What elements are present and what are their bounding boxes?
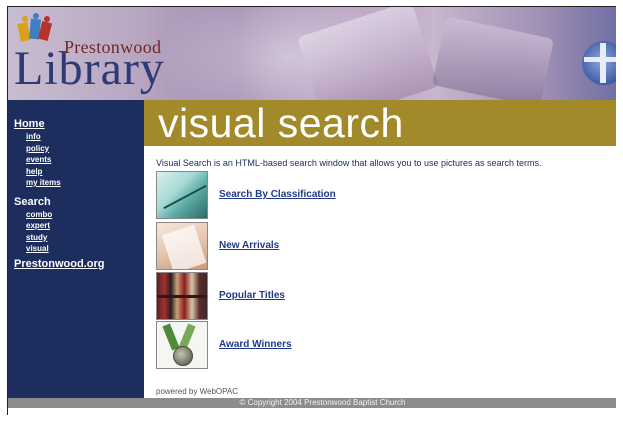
search-option-award-winners: Award Winners [156, 321, 616, 369]
powered-by-text: powered by WebOPAC [156, 387, 238, 396]
nav-study[interactable]: study [8, 232, 144, 244]
nav-prestonwood-org[interactable]: Prestonwood.org [8, 258, 144, 271]
footer-bar: © Copyright 2004 Prestonwood Baptist Chu… [8, 398, 616, 408]
page-frame: Prestonwood Library Home info policy eve… [7, 6, 616, 415]
nav-visual[interactable]: visual [8, 243, 144, 255]
copyright-text: © Copyright 2004 Prestonwood Baptist Chu… [239, 398, 406, 407]
nav-search[interactable]: Search [8, 196, 144, 209]
new-arrivals-thumbnail[interactable] [156, 222, 208, 270]
new-arrivals-link[interactable]: New Arrivals [219, 240, 279, 251]
content-area: Visual Search is an HTML-based search wi… [156, 157, 616, 169]
nav-combo[interactable]: combo [8, 209, 144, 221]
nav-home[interactable]: Home [8, 118, 144, 131]
nav-expert[interactable]: expert [8, 220, 144, 232]
nav-my-items[interactable]: my items [8, 177, 144, 189]
nav-policy[interactable]: policy [8, 143, 144, 155]
church-logo-icon [582, 41, 616, 85]
search-option-classification: Search By Classification [156, 171, 616, 219]
search-by-classification-link[interactable]: Search By Classification [219, 189, 336, 200]
page-title: visual search [158, 100, 404, 146]
popular-titles-link[interactable]: Popular Titles [219, 290, 285, 301]
logo-library-text: Library [14, 42, 165, 95]
header-banner: Prestonwood Library [8, 7, 616, 100]
sidebar-nav: Home info policy events help my items Se… [8, 100, 144, 406]
search-option-new-arrivals: New Arrivals [156, 222, 616, 270]
nav-info[interactable]: info [8, 131, 144, 143]
search-option-popular-titles: Popular Titles [156, 272, 616, 320]
nav-events[interactable]: events [8, 154, 144, 166]
title-bar: visual search [144, 100, 616, 146]
award-winners-link[interactable]: Award Winners [219, 339, 292, 350]
popular-titles-thumbnail[interactable] [156, 272, 208, 320]
classification-thumbnail[interactable] [156, 171, 208, 219]
page-description: Visual Search is an HTML-based search wi… [156, 158, 542, 168]
award-winners-thumbnail[interactable] [156, 321, 208, 369]
nav-help[interactable]: help [8, 166, 144, 178]
